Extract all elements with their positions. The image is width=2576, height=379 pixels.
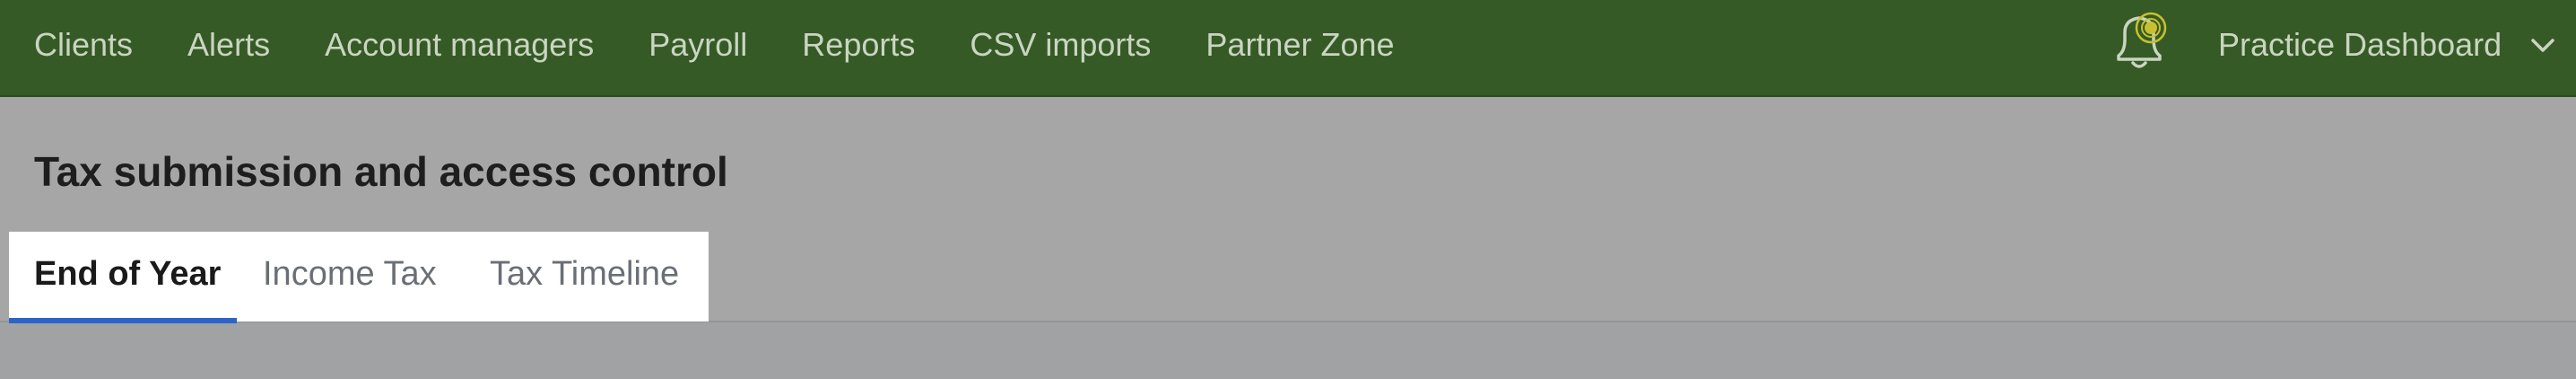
tab-bar: End of Year Income Tax Tax Timeline: [9, 232, 709, 323]
nav-item-csv-imports[interactable]: CSV imports: [970, 26, 1151, 64]
chevron-down-icon[interactable]: [2529, 32, 2556, 59]
nav-item-alerts[interactable]: Alerts: [187, 26, 270, 64]
tab-income-tax[interactable]: Income Tax: [263, 232, 437, 322]
nav-item-payroll[interactable]: Payroll: [648, 26, 747, 64]
main-nav: Clients Alerts Account managers Payroll …: [0, 0, 1449, 90]
tab-tax-timeline[interactable]: Tax Timeline: [490, 232, 679, 322]
nav-item-reports[interactable]: Reports: [802, 26, 915, 64]
bell-icon[interactable]: [2103, 4, 2175, 75]
active-tab-indicator: [9, 318, 237, 323]
tab-end-of-year[interactable]: End of Year: [34, 232, 221, 322]
content-area: [0, 322, 2576, 379]
practice-dashboard-menu[interactable]: Practice Dashboard: [2218, 0, 2502, 90]
top-navigation-bar: Clients Alerts Account managers Payroll …: [0, 0, 2576, 97]
page-title: Tax submission and access control: [34, 148, 728, 195]
nav-item-clients[interactable]: Clients: [34, 26, 133, 64]
nav-item-account-managers[interactable]: Account managers: [325, 26, 594, 64]
nav-item-partner-zone[interactable]: Partner Zone: [1205, 26, 1394, 64]
